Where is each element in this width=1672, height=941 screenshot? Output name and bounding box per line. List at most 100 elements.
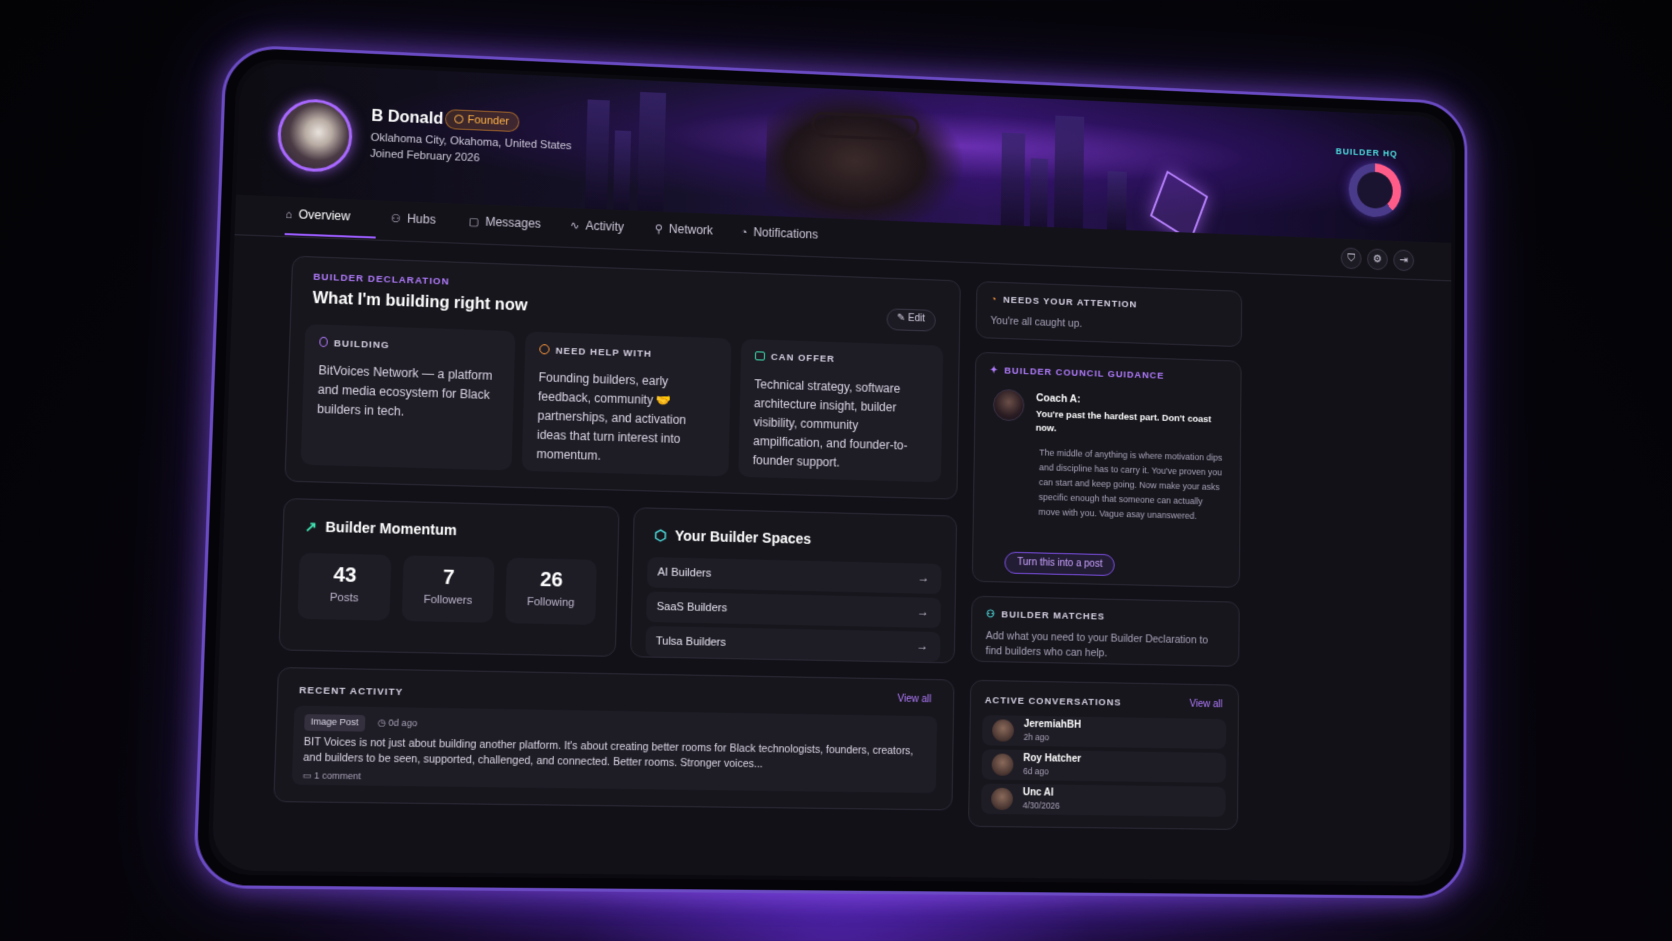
recent-activity-view-all[interactable]: View all [897,694,931,706]
tab-label: Hubs [406,211,436,227]
avatar [992,719,1015,742]
city-building [1053,115,1085,229]
conversations-heading: ACTIVE CONVERSATIONS [984,695,1122,709]
banner-portrait [764,85,964,224]
conversation-time: 4/30/2026 [1022,800,1060,811]
declaration-title: What I'm building right now [312,289,528,315]
shield-icon[interactable]: ⛉ [1340,247,1362,270]
conversation-name: JeremiahBH [1023,718,1082,731]
conversation-time: 6d ago [1023,766,1049,777]
comment-count-text: 1 comment [314,770,362,782]
tab-label: Overview [298,207,351,224]
momentum-title: ↗ Builder Momentum [304,518,458,539]
activity-item[interactable]: Image Post ◷ 0d ago BIT Voices is not ju… [291,705,938,794]
tab-overview[interactable]: ⌂ Overview [285,207,351,224]
profile-avatar[interactable] [276,97,354,174]
home-icon: ⌂ [285,208,293,222]
target-icon [539,344,550,355]
edit-label: Edit [907,312,926,325]
needs-attention-card: ◔ NEEDS YOUR ATTENTION You're all caught … [975,281,1243,348]
profile-name: B Donald [371,107,444,128]
space-label: SaaS Builders [656,600,728,615]
need-help-heading-text: NEED HELP WITH [555,345,652,360]
tab-hubs[interactable]: ⚇ Hubs [390,211,435,227]
city-building [584,99,610,210]
need-help-heading: NEED HELP WITH [539,344,652,360]
post-age-text: 0d ago [388,717,418,729]
users-icon: ⚇ [985,609,996,621]
building-heading: BUILDING [319,336,390,352]
stat-label: Following [526,595,575,610]
can-offer-text: Technical strategy, software architectur… [752,377,908,470]
app-screen: B Donald Founder Oklahoma City, Okahoma,… [211,61,1452,882]
space-saas-builders[interactable]: SaaS Builders → [646,591,941,629]
profile-joined: Joined February 2026 [369,147,480,165]
network-icon: ⚲ [654,223,663,236]
stat-posts[interactable]: 43 Posts [297,552,392,621]
edit-button[interactable]: ✎ Edit [886,308,936,332]
avatar [991,753,1014,776]
space-tulsa-builders[interactable]: Tulsa Builders → [645,625,941,663]
founder-icon [454,114,464,124]
stat-following[interactable]: 26 Following [505,557,597,625]
building-text: BitVoices Network — a platform and media… [316,363,493,419]
space-ai-builders[interactable]: AI Builders → [647,557,942,595]
bell-icon: ◔ [990,294,998,306]
arrow-right-icon: → [916,604,930,619]
post-excerpt: BIT Voices is not just about building an… [303,735,914,771]
sparkle-icon: ✦ [989,365,999,377]
stat-label: Followers [423,593,473,608]
builder-spaces-card: ⬡ Your Builder Spaces AI Builders → SaaS B… [630,507,958,664]
city-building [1106,171,1127,231]
tab-label: Activity [585,218,625,235]
stage: B Donald Founder Oklahoma City, Okahoma,… [0,0,1672,941]
bulb-icon [319,336,328,348]
need-help-text: Founding builders, early feedback, commu… [536,370,687,463]
city-building [1029,158,1049,227]
comment-count[interactable]: ▭ 1 comment [302,770,361,782]
tab-messages[interactable]: ▢ Messages [468,214,541,231]
logout-icon[interactable]: ⇥ [1393,249,1415,272]
users-icon: ⚇ [390,212,402,226]
coach-avatar [992,388,1025,422]
stat-value: 43 [332,563,357,588]
tab-activity[interactable]: ∿ Activity [570,218,624,234]
city-building [612,130,632,211]
city-building [637,91,667,212]
founder-badge: Founder [444,109,520,133]
post-age: ◷ 0d ago [378,717,418,729]
builder-hq-ring[interactable] [1348,162,1402,219]
attention-heading-text: NEEDS YOUR ATTENTION [1003,294,1138,311]
conversation-item[interactable]: Unc Al 4/30/2026 [981,783,1226,817]
conversations-view-all[interactable]: View all [1189,699,1222,711]
turn-into-post-button[interactable]: Turn this into a post [1004,551,1116,577]
conversation-name: Roy Hatcher [1023,752,1082,765]
tab-network[interactable]: ⚲ Network [654,221,713,238]
spaces-title: ⬡ Your Builder Spaces [654,527,811,548]
arrow-right-icon: → [916,638,929,653]
can-offer-panel: CAN OFFER Technical strategy, software a… [738,338,944,483]
spaces-title-text: Your Builder Spaces [674,527,812,547]
stat-value: 7 [442,566,455,590]
coach-name: Coach A: [1036,392,1081,406]
tablet-frame: B Donald Founder Oklahoma City, Okahoma,… [192,43,1468,899]
stat-followers[interactable]: 7 Followers [401,555,495,623]
council-heading: ✦ BUILDER COUNCIL GUIDANCE [990,365,1165,382]
tab-notifications[interactable]: ◔ Notifications [741,225,819,241]
matches-heading: ⚇ BUILDER MATCHES [986,609,1105,623]
building-heading-text: BUILDING [333,338,390,352]
founder-label: Founder [467,114,510,128]
gear-icon[interactable]: ⚙ [1367,248,1388,271]
coach-headline: You're past the hardest part. Don't coas… [1035,408,1212,435]
builder-matches-card: ⚇ BUILDER MATCHES Add what you need to yo… [970,595,1240,667]
conversation-item[interactable]: Roy Hatcher 6d ago [981,749,1227,783]
building-panel: BUILDING BitVoices Network — a platform … [300,324,516,471]
declaration-overline: BUILDER DECLARATION [313,271,450,288]
stat-value: 26 [539,568,564,592]
banner-glasses [811,111,920,142]
conversation-name: Unc Al [1022,787,1054,799]
conversation-item[interactable]: JeremiahBH 2h ago [982,715,1227,750]
recent-activity-card: RECENT ACTIVITY View all Image Post ◷ 0d… [273,666,955,811]
active-tab-indicator [284,233,376,239]
activity-icon: ∿ [569,219,580,233]
